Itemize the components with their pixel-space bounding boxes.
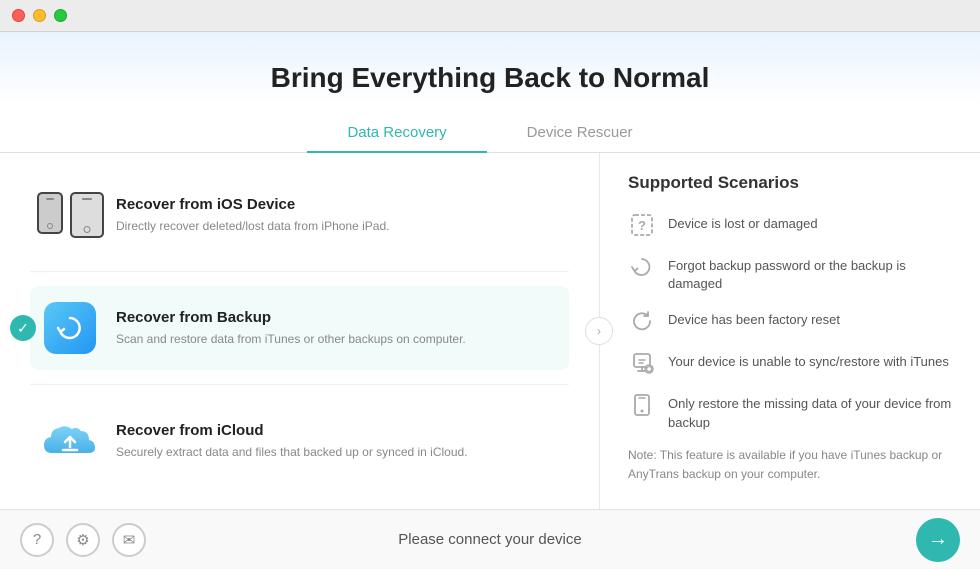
backup-lock-icon bbox=[628, 253, 656, 281]
scenario-sync-restore: Your device is unable to sync/restore wi… bbox=[628, 349, 952, 377]
backup-option-title: Recover from Backup bbox=[116, 309, 466, 326]
scenario-factory-reset-text: Device has been factory reset bbox=[668, 307, 840, 329]
recover-from-ios-option[interactable]: Recover from iOS Device Directly recover… bbox=[30, 173, 569, 257]
header: Bring Everything Back to Normal Data Rec… bbox=[0, 32, 980, 153]
scenario-lost-damaged: ? Device is lost or damaged bbox=[628, 211, 952, 239]
tab-device-rescuer[interactable]: Device Rescuer bbox=[487, 114, 673, 153]
content-panel: Recover from iOS Device Directly recover… bbox=[0, 153, 980, 509]
sync-icon bbox=[628, 349, 656, 377]
help-icon: ? bbox=[33, 531, 41, 548]
icloud-icon bbox=[40, 411, 100, 471]
recover-from-backup-option[interactable]: ✓ Recover from Backup Scan and restore d… bbox=[30, 286, 569, 370]
ios-option-text: Recover from iOS Device Directly recover… bbox=[116, 196, 389, 235]
scenario-forgot-backup-text: Forgot backup password or the backup is … bbox=[668, 253, 952, 293]
selected-check-icon: ✓ bbox=[10, 315, 36, 341]
question-box-icon: ? bbox=[628, 211, 656, 239]
scenario-lost-damaged-text: Device is lost or damaged bbox=[668, 211, 818, 233]
close-button[interactable] bbox=[12, 9, 25, 22]
tab-bar: Data Recovery Device Rescuer bbox=[0, 114, 980, 153]
svg-text:?: ? bbox=[638, 218, 646, 233]
mail-button[interactable]: ✉ bbox=[112, 523, 146, 557]
scenario-forgot-backup: Forgot backup password or the backup is … bbox=[628, 253, 952, 293]
mail-icon: ✉ bbox=[123, 531, 136, 549]
settings-button[interactable]: ⚙ bbox=[66, 523, 100, 557]
help-button[interactable]: ? bbox=[20, 523, 54, 557]
scenario-sync-restore-text: Your device is unable to sync/restore wi… bbox=[668, 349, 949, 371]
left-panel: Recover from iOS Device Directly recover… bbox=[0, 153, 600, 509]
tab-data-recovery[interactable]: Data Recovery bbox=[307, 114, 486, 153]
backup-option-text: Recover from Backup Scan and restore dat… bbox=[116, 309, 466, 348]
icloud-option-text: Recover from iCloud Securely extract dat… bbox=[116, 422, 468, 461]
scenarios-note: Note: This feature is available if you h… bbox=[628, 446, 952, 484]
main-content: Bring Everything Back to Normal Data Rec… bbox=[0, 32, 980, 509]
ios-option-desc: Directly recover deleted/lost data from … bbox=[116, 217, 389, 235]
backup-option-desc: Scan and restore data from iTunes or oth… bbox=[116, 330, 466, 348]
bottom-bar: ? ⚙ ✉ Please connect your device → bbox=[0, 509, 980, 569]
status-text: Please connect your device bbox=[398, 531, 581, 548]
recover-from-icloud-option[interactable]: Recover from iCloud Securely extract dat… bbox=[30, 399, 569, 483]
backup-icon bbox=[40, 298, 100, 358]
scenario-factory-reset: Device has been factory reset bbox=[628, 307, 952, 335]
arrow-right-icon: → bbox=[928, 528, 948, 551]
scenario-missing-data-text: Only restore the missing data of your de… bbox=[668, 391, 952, 431]
title-bar bbox=[0, 0, 980, 32]
icloud-option-title: Recover from iCloud bbox=[116, 422, 468, 439]
gear-icon: ⚙ bbox=[76, 531, 89, 549]
ios-option-title: Recover from iOS Device bbox=[116, 196, 389, 213]
ios-device-icon bbox=[40, 185, 100, 245]
minimize-button[interactable] bbox=[33, 9, 46, 22]
panel-expand-arrow[interactable]: › bbox=[585, 317, 613, 345]
bottom-left-icons: ? ⚙ ✉ bbox=[20, 523, 146, 557]
scenario-missing-data: Only restore the missing data of your de… bbox=[628, 391, 952, 431]
icloud-option-desc: Securely extract data and files that bac… bbox=[116, 443, 468, 461]
page-title: Bring Everything Back to Normal bbox=[0, 62, 980, 94]
right-panel: Supported Scenarios ? Device is lost or … bbox=[600, 153, 980, 509]
maximize-button[interactable] bbox=[54, 9, 67, 22]
device-restore-icon bbox=[628, 391, 656, 419]
next-button[interactable]: → bbox=[916, 518, 960, 562]
reset-icon bbox=[628, 307, 656, 335]
scenarios-title: Supported Scenarios bbox=[628, 173, 952, 193]
